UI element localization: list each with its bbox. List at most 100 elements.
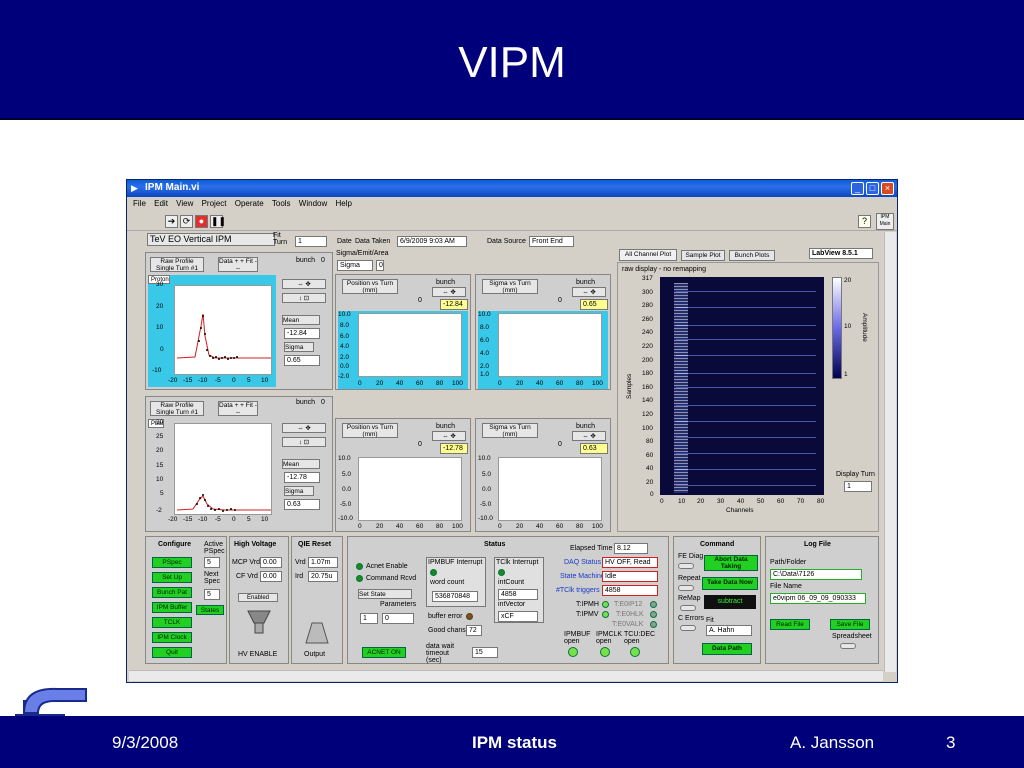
tclk-button[interactable]: TCLK bbox=[152, 617, 192, 628]
qie-vrd-field[interactable]: 1.07m bbox=[308, 557, 338, 568]
window-titlebar[interactable]: ▶ IPM Main.vi _ □ × bbox=[127, 180, 897, 197]
pbar-raw-profile-button[interactable]: Raw Profile Single Turn #1 bbox=[150, 401, 204, 416]
repeat-toggle[interactable] bbox=[678, 585, 694, 591]
sig-bot-xtick: 100 bbox=[592, 523, 603, 530]
fit-user-field[interactable]: A. Hahn bbox=[706, 625, 752, 636]
heat-ytick: 120 bbox=[642, 411, 653, 418]
heat-ytick: 80 bbox=[646, 438, 654, 445]
maximize-icon[interactable]: □ bbox=[866, 182, 879, 195]
menu-tools[interactable]: Tools bbox=[272, 199, 291, 208]
pbar-profile-panel: Raw Profile Single Turn #1 Data + + Fit … bbox=[145, 396, 333, 532]
menu-project[interactable]: Project bbox=[202, 199, 227, 208]
qie-ird-field[interactable]: 20.75u bbox=[308, 571, 338, 582]
status-panel: Status Acnet Enable Command Rcvd Set Sta… bbox=[347, 536, 669, 664]
states-button[interactable]: States bbox=[196, 605, 224, 615]
pos-top-ytick: 0.0 bbox=[340, 363, 350, 370]
run-arrow-icon[interactable]: ➔ bbox=[165, 215, 178, 228]
ipm-buffer-button[interactable]: IPM Buffer bbox=[152, 602, 192, 613]
menu-edit[interactable]: Edit bbox=[154, 199, 168, 208]
proton-bunch-value[interactable]: 0 bbox=[321, 257, 325, 264]
pbar-bunch-value[interactable]: 0 bbox=[321, 399, 325, 406]
next-spec-field[interactable]: 5 bbox=[204, 589, 220, 600]
data-source-label: Data Source bbox=[487, 238, 526, 245]
sig-turn-bot-zoom[interactable]: ⇔ ✥ bbox=[572, 431, 606, 441]
set-up-button[interactable]: Set Up bbox=[152, 572, 192, 583]
t-ipmv-label: T:IPMV bbox=[576, 611, 599, 618]
tab-bunch-plots[interactable]: Bunch Plots bbox=[729, 250, 775, 261]
pbar-scale-controls[interactable]: ↕ ⊡ bbox=[282, 437, 326, 447]
spreadsheet-toggle[interactable] bbox=[840, 643, 856, 649]
bunch-pat-button[interactable]: Bunch Pat bbox=[152, 587, 192, 598]
quit-button[interactable]: Quit bbox=[152, 647, 192, 658]
sigma-emit-area-value[interactable]: 0 bbox=[376, 260, 384, 271]
remap-toggle[interactable] bbox=[680, 605, 696, 611]
abort-data-taking-button[interactable]: Abort Data Taking bbox=[704, 555, 758, 571]
fit-turn-field[interactable]: 1 bbox=[295, 236, 327, 247]
fe-diag-toggle[interactable] bbox=[678, 563, 694, 569]
sigma-emit-area-select[interactable]: Sigma bbox=[337, 260, 373, 271]
ipm-clock-button[interactable]: IPM Clock bbox=[152, 632, 192, 643]
menu-view[interactable]: View bbox=[176, 199, 193, 208]
sig-turn-bot-field[interactable]: 0 bbox=[558, 441, 562, 448]
data-source-field[interactable]: Front End bbox=[529, 236, 574, 247]
path-folder-field[interactable]: C:\Data\7126 bbox=[770, 569, 862, 580]
save-file-button[interactable]: Save File bbox=[830, 619, 870, 630]
pos-turn-bot-zoom[interactable]: ⇔ ✥ bbox=[432, 431, 466, 441]
sig-top-xtick: 0 bbox=[498, 380, 502, 387]
c-errors-toggle[interactable] bbox=[680, 625, 696, 631]
t-ipmv-led bbox=[602, 611, 609, 618]
pspec-button[interactable]: PSpec bbox=[152, 557, 192, 568]
pos-turn-top-zoom[interactable]: ⇔ ✥ bbox=[432, 287, 466, 297]
param-index-field[interactable]: 1 bbox=[360, 613, 378, 624]
menu-window[interactable]: Window bbox=[299, 199, 327, 208]
pos-turn-bot-field[interactable]: 0 bbox=[418, 441, 422, 448]
buffer-error-label: buffer error bbox=[428, 613, 463, 620]
pos-turn-top-plot-area bbox=[358, 313, 462, 377]
pbar-zoom-controls[interactable]: ⇔ ✥ bbox=[282, 423, 326, 433]
run-continuous-icon[interactable]: ⟳ bbox=[180, 215, 193, 228]
menu-file[interactable]: File bbox=[133, 199, 146, 208]
menu-help[interactable]: Help bbox=[335, 199, 351, 208]
sig-turn-top-field[interactable]: 0 bbox=[558, 297, 562, 304]
proton-raw-profile-button[interactable]: Raw Profile Single Turn #1 bbox=[150, 257, 204, 272]
proton-xtick-2: -10 bbox=[198, 377, 208, 384]
vertical-scrollbar[interactable] bbox=[884, 232, 896, 672]
cf-vrd-field[interactable]: 0.00 bbox=[260, 571, 282, 582]
file-name-field[interactable]: e0vipm 06_09_09_090333 bbox=[770, 593, 866, 604]
pause-icon[interactable]: ❚❚ bbox=[210, 215, 226, 228]
read-file-button[interactable]: Read File bbox=[770, 619, 810, 630]
param-value-field[interactable]: 0 bbox=[382, 613, 414, 624]
close-icon[interactable]: × bbox=[881, 182, 894, 195]
set-state-field[interactable]: Set State bbox=[358, 589, 412, 599]
sig-bot-xtick: 0 bbox=[498, 523, 502, 530]
tab-sample-plot[interactable]: Sample Plot bbox=[681, 250, 725, 261]
minimize-icon[interactable]: _ bbox=[851, 182, 864, 195]
horizontal-scrollbar[interactable] bbox=[129, 670, 883, 681]
help-icon[interactable]: ? bbox=[858, 215, 871, 228]
output-switch-icon[interactable] bbox=[304, 621, 330, 647]
tab-all-channel-plot[interactable]: All Channel Plot bbox=[619, 249, 677, 261]
menu-operate[interactable]: Operate bbox=[235, 199, 264, 208]
data-path-button[interactable]: Data Path bbox=[702, 643, 752, 655]
pbar-xtick-4: 0 bbox=[232, 516, 236, 523]
heat-ytick: 300 bbox=[642, 289, 653, 296]
pos-bot-ytick: -10.0 bbox=[338, 515, 353, 522]
proton-data-fit-button[interactable]: Data + + Fit --- bbox=[218, 257, 258, 272]
hv-switch-icon[interactable] bbox=[246, 609, 272, 637]
proton-scale-controls[interactable]: ↕ ⊡ bbox=[282, 293, 326, 303]
abort-icon[interactable]: ● bbox=[195, 215, 208, 228]
take-data-now-button[interactable]: Take Data Now bbox=[702, 577, 758, 590]
active-pspec-field[interactable]: 5 bbox=[204, 557, 220, 568]
sig-turn-top-zoom[interactable]: ⇔ ✥ bbox=[572, 287, 606, 297]
state-machine-label: State Machine bbox=[560, 573, 605, 580]
display-turn-field[interactable]: 1 bbox=[844, 481, 872, 492]
proton-zoom-controls[interactable]: ⇔ ✥ bbox=[282, 279, 326, 289]
data-taken-field[interactable]: 6/9/2009 9:03 AM bbox=[397, 236, 467, 247]
tclk-interrupt-label: TClk Interrupt bbox=[496, 559, 539, 566]
mcp-vrd-field[interactable]: 0.00 bbox=[260, 557, 282, 568]
acnet-on-button[interactable]: ACNET ON bbox=[362, 647, 406, 658]
pbar-data-fit-button[interactable]: Data + + Fit --- bbox=[218, 401, 258, 416]
pos-turn-top-field[interactable]: 0 bbox=[418, 297, 422, 304]
data-wait-field[interactable]: 15 bbox=[472, 647, 498, 658]
sig-turn-bot-value: 0.63 bbox=[580, 443, 608, 454]
